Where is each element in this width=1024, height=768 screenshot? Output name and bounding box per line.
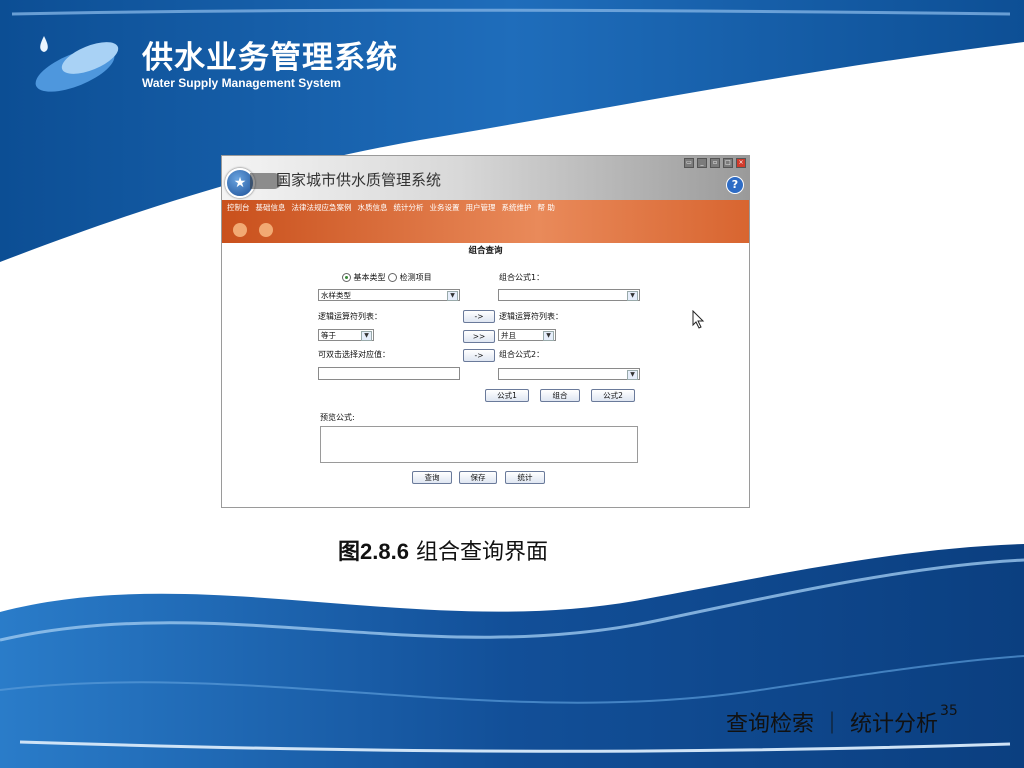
water-drop-logo bbox=[35, 36, 119, 92]
chevron-down-icon: ▼ bbox=[627, 291, 638, 301]
operator-select[interactable]: 等于 ▼ bbox=[318, 329, 374, 341]
figure-caption: 图2.8.6 组合查询界面 bbox=[338, 534, 548, 566]
radio-basic-type-label: 基本类型 bbox=[353, 273, 386, 282]
footer-section-title: 查询检索 ｜ 统计分析 bbox=[726, 712, 938, 737]
restore-icon[interactable]: ▭ bbox=[684, 158, 694, 168]
menu-item-business-settings[interactable]: 业务设置 bbox=[430, 202, 460, 213]
sample-type-select[interactable]: 水样类型 ▼ bbox=[318, 289, 460, 301]
radio-test-item-label: 检测项目 bbox=[399, 273, 432, 282]
add-arrow-button[interactable]: -> bbox=[463, 310, 495, 323]
operator-select-value: 等于 bbox=[321, 331, 336, 340]
chevron-down-icon: ▼ bbox=[627, 370, 638, 380]
append-logic-button[interactable]: >> bbox=[463, 330, 495, 343]
add-to-formula2-button[interactable]: -> bbox=[463, 349, 495, 362]
search-advanced-icon[interactable] bbox=[259, 223, 273, 237]
figure-caption-text: 组合查询界面 bbox=[415, 540, 548, 565]
figure-number: 图2.8.6 bbox=[338, 539, 409, 564]
formula1-select[interactable]: ▼ bbox=[498, 289, 640, 301]
preview-label: 预览公式: bbox=[320, 413, 355, 422]
help-button[interactable]: ? bbox=[726, 176, 744, 194]
radio-basic-type[interactable] bbox=[342, 273, 351, 282]
chevron-down-icon: ▼ bbox=[447, 291, 458, 301]
menu-item-water-quality[interactable]: 水质信息 bbox=[358, 202, 388, 213]
app-header: ★ 国家城市供水质管理系统 ▭ _ ▫ □ × ? bbox=[222, 156, 749, 200]
formula1-label: 组合公式1： bbox=[499, 273, 545, 282]
menu-item-basic-info[interactable]: 基础信息 bbox=[256, 202, 286, 213]
menu-item-statistics[interactable]: 统计分析 bbox=[394, 202, 424, 213]
statistics-button[interactable]: 统计 bbox=[505, 471, 545, 484]
menu-item-help[interactable]: 帮 助 bbox=[538, 202, 555, 213]
app-window: ★ 国家城市供水质管理系统 ▭ _ ▫ □ × ? 控制台 基础信息 法律法规应… bbox=[221, 155, 750, 508]
type-radio-group: 基本类型 检测项目 bbox=[342, 272, 432, 283]
tile-icon[interactable]: ▫ bbox=[710, 158, 720, 168]
logic-select-value: 并且 bbox=[501, 331, 516, 340]
chevron-down-icon: ▼ bbox=[543, 331, 554, 341]
save-button[interactable]: 保存 bbox=[459, 471, 497, 484]
slide-subtitle: Water Supply Management System bbox=[142, 76, 341, 90]
menu-item-user-management[interactable]: 用户管理 bbox=[466, 202, 496, 213]
menu-item-legal-cases[interactable]: 法律法规应急案例 bbox=[292, 202, 352, 213]
slide-title: 供水业务管理系统 bbox=[142, 40, 398, 76]
menu-item-console[interactable]: 控制台 bbox=[227, 202, 250, 213]
value-label: 可双击选择对应值： bbox=[318, 350, 390, 359]
operator-list-label: 逻辑运算符列表： bbox=[318, 312, 382, 321]
logic-select[interactable]: 并且 ▼ bbox=[498, 329, 556, 341]
radio-test-item[interactable] bbox=[388, 273, 398, 282]
maximize-icon[interactable]: □ bbox=[723, 158, 733, 168]
close-icon[interactable]: × bbox=[736, 158, 746, 168]
window-controls: ▭ _ ▫ □ × bbox=[684, 158, 746, 168]
chevron-down-icon: ▼ bbox=[361, 331, 372, 341]
formula1-button[interactable]: 公式1 bbox=[485, 389, 529, 402]
formula2-select[interactable]: ▼ bbox=[498, 368, 640, 380]
search-icon[interactable] bbox=[233, 223, 247, 237]
toolbar bbox=[233, 223, 273, 237]
minimize-icon[interactable]: _ bbox=[697, 158, 707, 168]
sample-type-select-value: 水样类型 bbox=[321, 291, 351, 300]
query-button[interactable]: 查询 bbox=[412, 471, 452, 484]
logic-list-label: 逻辑运算符列表： bbox=[499, 312, 563, 321]
mouse-cursor-icon bbox=[692, 310, 705, 329]
value-input[interactable] bbox=[318, 367, 460, 380]
main-menu: 控制台 基础信息 法律法规应急案例 水质信息 统计分析 业务设置 用户管理 系统… bbox=[227, 202, 555, 213]
menu-item-system-maintenance[interactable]: 系统维护 bbox=[502, 202, 532, 213]
page-number: 35 bbox=[940, 703, 958, 719]
formula2-label: 组合公式2： bbox=[499, 350, 545, 359]
menu-bar: 控制台 基础信息 法律法规应急案例 水质信息 统计分析 业务设置 用户管理 系统… bbox=[222, 200, 749, 243]
app-title: 国家城市供水质管理系统 bbox=[276, 171, 442, 189]
formula2-button[interactable]: 公式2 bbox=[591, 389, 635, 402]
combine-button[interactable]: 组合 bbox=[540, 389, 580, 402]
form-title: 组合查询 bbox=[468, 246, 503, 256]
preview-formula-textarea[interactable] bbox=[320, 426, 638, 463]
